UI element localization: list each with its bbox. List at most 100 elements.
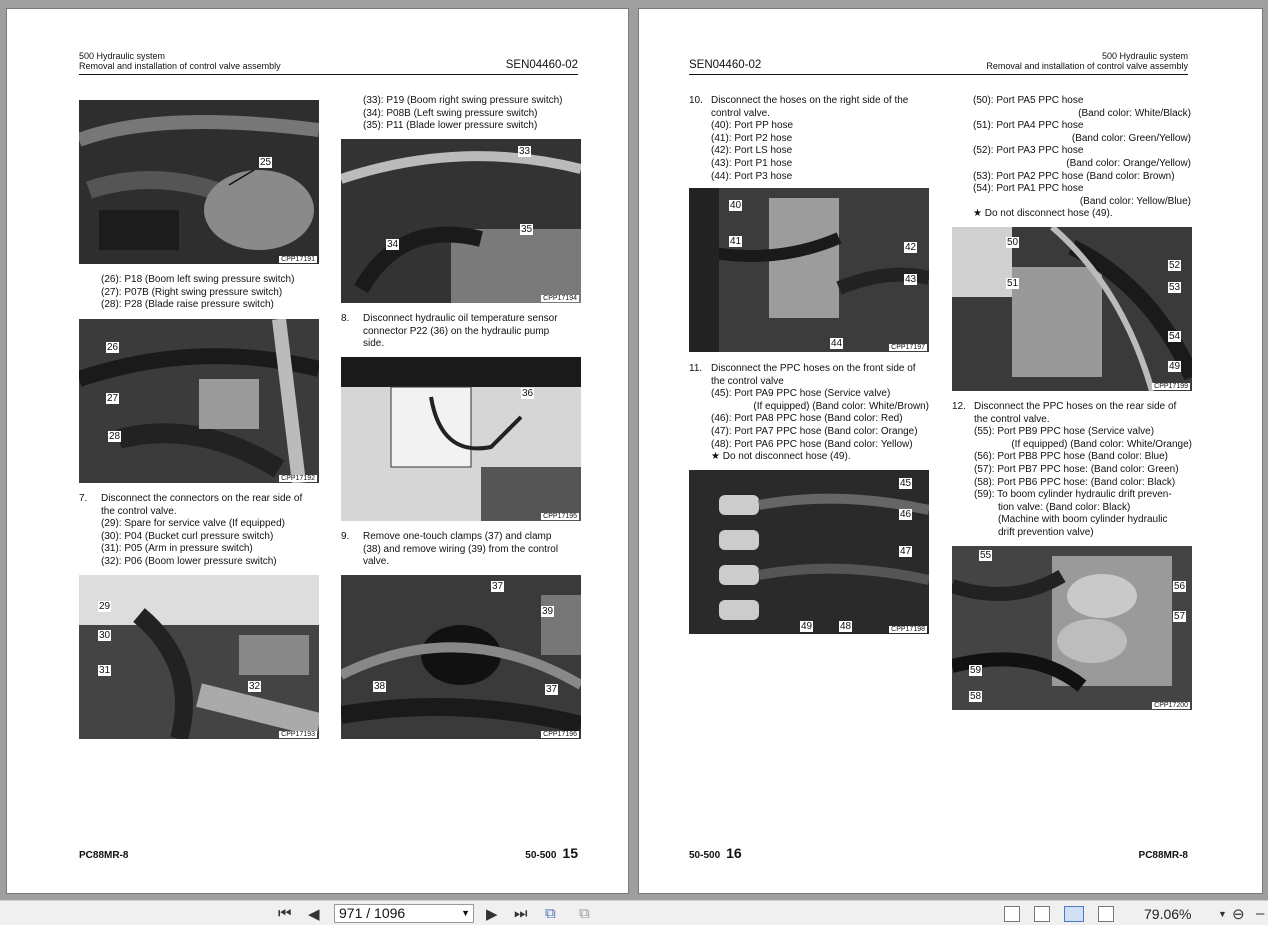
photo-cpp17198: 45 46 47 49 48 CPP17198 (689, 470, 929, 634)
callout: 31 (98, 665, 112, 676)
single-page-view-icon[interactable] (1004, 906, 1020, 922)
header-section: 500 Hydraulic system (79, 51, 166, 61)
photo-cpp17196: 37 39 38 37 CPP17196 (341, 575, 581, 739)
photo-drawing (79, 575, 319, 739)
items-26-28: (26): P18 (Boom left swing pressure swit… (101, 274, 295, 311)
items-33-35: (33): P19 (Boom right swing pressure swi… (363, 95, 563, 132)
first-page-icon[interactable]: ⏮ (278, 905, 292, 922)
footer-page-ref: 50-500 16 (689, 845, 742, 861)
callout: 51 (1006, 278, 1020, 289)
photo-cpp17200: 55 56 57 59 58 CPP17200 (952, 546, 1192, 710)
two-page-view-icon[interactable] (1064, 906, 1084, 922)
callout: 53 (1168, 282, 1182, 293)
two-page-continuous-view-icon[interactable] (1098, 906, 1114, 922)
photo-caption: CPP17197 (889, 344, 927, 351)
callout: 52 (1168, 260, 1182, 271)
photo-drawing (952, 227, 1192, 391)
continuous-view-icon[interactable] (1034, 906, 1050, 922)
callout: 45 (899, 478, 913, 489)
page-header: 500 Hydraulic system Removal and install… (79, 51, 578, 75)
header-subtitle: Removal and installation of control valv… (986, 61, 1188, 71)
photo-cpp17193: 29 30 31 32 CPP17193 (79, 575, 319, 739)
callout: 48 (839, 621, 853, 632)
header-subtitle: Removal and installation of control valv… (79, 61, 281, 71)
items-50-54: (50): Port PA5 PPC hose (Band color: Whi… (973, 95, 1191, 220)
callout: 49 (1168, 361, 1182, 372)
photo-cpp17192: 26 27 28 CPP17192 (79, 319, 319, 483)
header-section: 500 Hydraulic system (1101, 51, 1188, 61)
callout: 40 (729, 200, 743, 211)
step-8: 8. Disconnect hydraulic oil temperature … (341, 313, 558, 350)
last-page-icon[interactable]: ⏭ (514, 905, 528, 922)
photo-cpp17191: 25 CPP17191 (79, 100, 319, 264)
photo-cpp17195: 36 CPP17195 (341, 357, 581, 521)
step-12: 12. Disconnect the PPC hoses on the rear… (952, 401, 1192, 538)
zoom-slider-icon[interactable]: – (1256, 905, 1264, 922)
page-number: 15 (562, 845, 578, 861)
previous-page-icon[interactable]: ◀ (308, 905, 320, 923)
zoom-dropdown-icon[interactable]: ▼ (1218, 909, 1227, 919)
callout: 41 (729, 236, 743, 247)
callout: 55 (979, 550, 993, 561)
photo-caption: CPP17193 (279, 731, 317, 738)
step-9: 9. Remove one-touch clamps (37) and clam… (341, 531, 559, 568)
callout: 39 (541, 606, 555, 617)
right-page: 500 Hydraulic system Removal and install… (638, 8, 1263, 894)
next-page-icon[interactable]: ▶ (486, 905, 498, 923)
page-forward-icon[interactable]: ⧉ (579, 905, 590, 922)
callout: 36 (521, 388, 535, 399)
callout: 42 (904, 242, 918, 253)
photo-caption: CPP17192 (279, 475, 317, 482)
callout: 49 (800, 621, 814, 632)
callout: 46 (899, 509, 913, 520)
callout: 37 (545, 684, 559, 695)
photo-drawing (689, 188, 929, 352)
callout: 59 (969, 665, 983, 676)
header-code: SEN04460-02 (505, 59, 578, 71)
callout: 50 (1006, 237, 1020, 248)
photo-caption: CPP17195 (541, 513, 579, 520)
viewer-toolbar: ⏮ ◀ 971 / 1096 ▼ ▶ ⏭ ⧉ ⧉ 79.06% ▼ ⊖ – (0, 900, 1268, 925)
photo-drawing (341, 151, 581, 303)
footer-page-ref: 50-500 15 (525, 845, 578, 861)
photo-cpp17197: 40 41 42 43 44 CPP17197 (689, 188, 929, 352)
chevron-down-icon[interactable]: ▼ (461, 905, 470, 922)
photo-caption: CPP17200 (1152, 702, 1190, 709)
photo-caption: CPP17198 (889, 626, 927, 633)
page-number-input[interactable]: 971 / 1096 ▼ (334, 904, 474, 923)
callout: 58 (969, 691, 983, 702)
zoom-out-icon[interactable]: ⊖ (1232, 905, 1245, 923)
callout: 37 (491, 581, 505, 592)
callout: 56 (1173, 581, 1187, 592)
step-11: 11. Disconnect the PPC hoses on the fron… (689, 363, 929, 463)
photo-drawing (952, 556, 1172, 692)
page-header: 500 Hydraulic system Removal and install… (689, 51, 1188, 75)
left-page: 500 Hydraulic system Removal and install… (6, 8, 629, 894)
photo-drawing (341, 595, 581, 734)
callout: 33 (518, 146, 532, 157)
photo-caption: CPP17191 (279, 256, 317, 263)
photo-caption: CPP17196 (541, 731, 579, 738)
page-number: 16 (726, 845, 742, 861)
photo-drawing (341, 357, 581, 521)
callout: 26 (106, 342, 120, 353)
photo-drawing (79, 115, 319, 250)
callout: 43 (904, 274, 918, 285)
step-10: 10. Disconnect the hoses on the right si… (689, 95, 909, 182)
callout: 28 (108, 431, 122, 442)
callout: 38 (373, 681, 387, 692)
photo-drawing (719, 493, 929, 620)
photo-caption: CPP17194 (541, 295, 579, 302)
photo-cpp17199: 50 51 52 53 54 49 CPP17199 (952, 227, 1192, 391)
photo-cpp17194: 33 34 35 CPP17194 (341, 139, 581, 303)
page-back-icon[interactable]: ⧉ (545, 905, 556, 922)
callout: 29 (98, 601, 112, 612)
footer-model: PC88MR-8 (1138, 850, 1188, 861)
callout: 32 (248, 681, 262, 692)
zoom-level[interactable]: 79.06% (1144, 906, 1191, 922)
callout: 54 (1168, 331, 1182, 342)
header-code: SEN04460-02 (689, 59, 762, 71)
step-7: 7. Disconnect the connectors on the rear… (79, 493, 303, 567)
photo-caption: CPP17199 (1152, 383, 1190, 390)
callout: 25 (259, 157, 273, 168)
